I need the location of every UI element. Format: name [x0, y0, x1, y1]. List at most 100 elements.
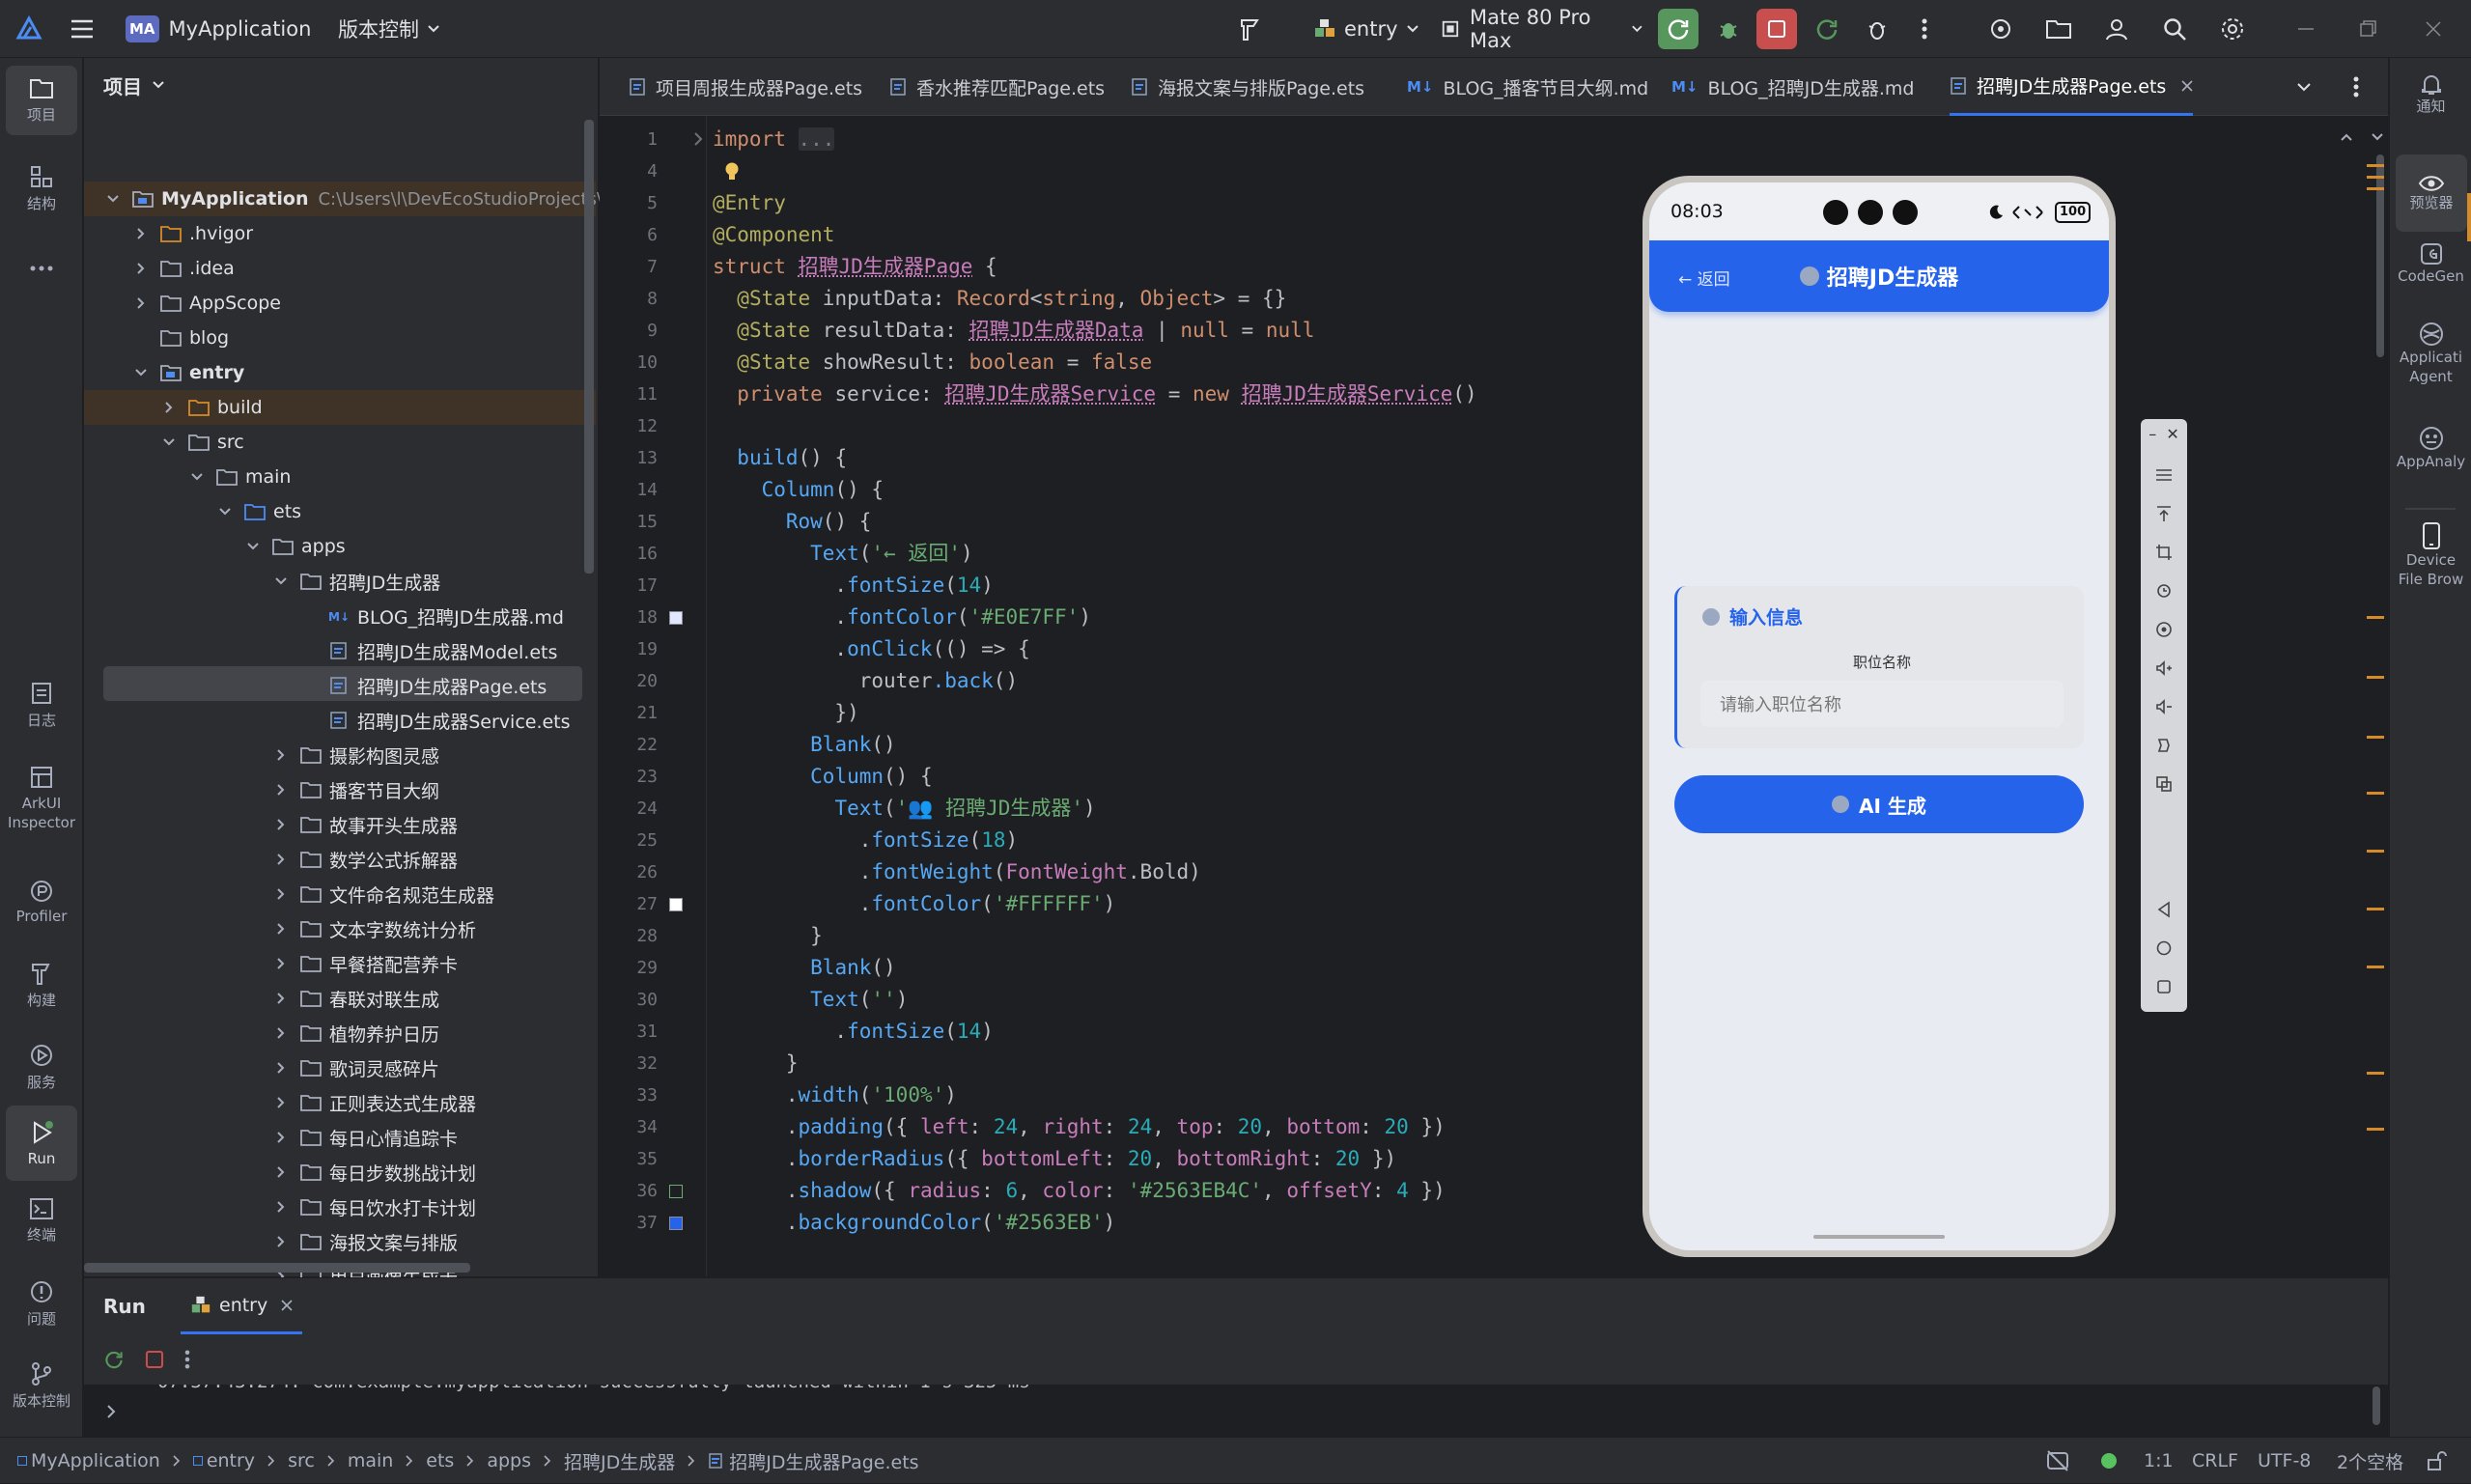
lightbulb-icon[interactable] — [723, 161, 741, 182]
tool-codegenie[interactable]: CodeGen — [2390, 241, 2471, 309]
tree-item[interactable]: 文本字数统计分析 — [84, 911, 596, 946]
tree-item[interactable]: 文件命名规范生成器 — [84, 877, 596, 911]
line-separator[interactable]: CRLF — [2192, 1438, 2238, 1484]
editor-tab[interactable]: M↓ BLOG_招聘JD生成器.md — [1671, 58, 1914, 116]
rerun-icon[interactable] — [103, 1349, 125, 1370]
tree-item[interactable]: 歌词灵感碎片 — [84, 1050, 596, 1085]
breadcrumb-item[interactable]: ets — [426, 1450, 454, 1471]
tree-item[interactable]: src — [84, 425, 596, 460]
status-ok-dot[interactable] — [2101, 1438, 2117, 1484]
stop-button[interactable] — [1755, 0, 1798, 58]
multi-window-icon[interactable] — [2141, 767, 2187, 801]
tree-item[interactable]: AppScope — [84, 286, 596, 321]
code-line[interactable]: Text('← 返回') — [713, 538, 972, 570]
code-line[interactable]: .shadow({ radius: 6, color: '#2563EB4C',… — [713, 1175, 1446, 1207]
tree-item[interactable]: 招聘JD生成器Model.ets — [84, 633, 596, 668]
tool-profiler[interactable]: Profiler — [0, 879, 83, 946]
tree-item[interactable]: 招聘JD生成器Page.ets — [84, 668, 596, 703]
more-actions-icon[interactable] — [1910, 0, 1939, 58]
code-line[interactable]: @Component — [713, 219, 834, 251]
rerun-button[interactable] — [1657, 0, 1699, 58]
close-tab-icon[interactable] — [281, 1299, 293, 1311]
editor-vscrollbar[interactable] — [2376, 154, 2384, 357]
tree-item[interactable]: ets — [84, 494, 596, 529]
editor-tab[interactable]: M↓ BLOG_播客节目大纲.md — [1407, 58, 1648, 116]
apply-changes-icon[interactable] — [1808, 0, 1846, 58]
menu-icon[interactable] — [2141, 458, 2187, 492]
tool-vcs[interactable]: 版本控制 — [0, 1361, 83, 1429]
volume-up-icon[interactable] — [2141, 651, 2187, 686]
code-line[interactable]: @Entry — [713, 187, 786, 219]
tool-arkui-inspector[interactable]: ArkUI Inspector — [0, 765, 83, 861]
code-line[interactable]: @State inputData: Record<string, Object>… — [713, 283, 1286, 315]
tool-previewer[interactable]: 预览器 — [2396, 154, 2467, 232]
code-line[interactable]: .fontSize(14) — [713, 570, 993, 602]
power-save-icon[interactable] — [2045, 1438, 2070, 1484]
tool-log[interactable]: 日志 — [0, 681, 83, 748]
account-icon[interactable] — [2097, 0, 2136, 58]
tree-hscrollbar[interactable] — [84, 1263, 470, 1273]
run-config-selector[interactable]: entry — [1313, 0, 1419, 58]
tree-item[interactable]: .hvigor — [84, 216, 596, 251]
close-window-icon[interactable] — [2414, 0, 2453, 58]
code-line[interactable]: Blank() — [713, 729, 896, 761]
fold-chevron-icon[interactable] — [692, 131, 704, 147]
code-line[interactable]: .borderRadius({ bottomLeft: 20, bottomRi… — [713, 1143, 1396, 1175]
ai-generate-button[interactable]: AI 生成 — [1674, 775, 2084, 833]
nav-back-icon[interactable] — [2141, 892, 2187, 927]
close-tab-icon[interactable] — [2181, 79, 2193, 92]
code-line[interactable]: Row() { — [713, 506, 872, 538]
tree-item[interactable]: 招聘JD生成器Service.ets — [84, 703, 596, 738]
tree-item[interactable]: 春联对联生成 — [84, 981, 596, 1016]
breadcrumb-item[interactable]: 招聘JD生成器Page.ets — [729, 1448, 918, 1474]
code-line[interactable]: .fontColor('#E0E7FF') — [713, 602, 1091, 633]
tree-item[interactable]: main — [84, 460, 596, 494]
tree-item[interactable]: 故事开头生成器 — [84, 807, 596, 842]
fold-icon[interactable] — [2141, 728, 2187, 763]
volume-down-icon[interactable] — [2141, 689, 2187, 724]
code-line[interactable]: .fontSize(14) — [713, 1016, 993, 1048]
code-line[interactable]: build() { — [713, 442, 847, 474]
cursor-position[interactable]: 1:1 — [2144, 1438, 2174, 1484]
tree-scrollbar[interactable] — [584, 120, 594, 574]
breadcrumb-item[interactable]: src — [288, 1450, 315, 1471]
console-scrollbar[interactable] — [2373, 1386, 2380, 1425]
code-line[interactable]: router.back() — [713, 665, 1018, 697]
emulator-minimize-icon[interactable]: – ✕ — [2141, 423, 2187, 444]
tool-build[interactable]: 构建 — [0, 961, 83, 1028]
more-actions-icon[interactable] — [184, 1350, 190, 1369]
tree-item[interactable]: 植物养护日历 — [84, 1016, 596, 1050]
project-switcher[interactable]: MA MyApplication — [126, 0, 319, 58]
tool-device-file-browser[interactable]: Device File Brow — [2390, 521, 2471, 628]
tree-item[interactable]: 摄影构图灵感 — [84, 738, 596, 772]
editor-tab[interactable]: 项目周报生成器Page.ets — [629, 58, 862, 116]
breadcrumb-item[interactable]: apps — [487, 1450, 531, 1471]
indent-setting[interactable]: 2个空格 — [2337, 1438, 2403, 1484]
tree-item[interactable]: 早餐搭配营养卡 — [84, 946, 596, 981]
nav-home-icon[interactable] — [2141, 931, 2187, 966]
tool-run[interactable]: Run — [6, 1106, 77, 1181]
code-line[interactable]: } — [713, 920, 823, 952]
tree-item[interactable]: 招聘JD生成器 — [84, 564, 596, 599]
hammer-icon[interactable] — [1236, 0, 1275, 58]
screenshot-crop-icon[interactable] — [2141, 535, 2187, 570]
tool-app-agent[interactable]: Applicati Agent — [2390, 321, 2471, 407]
tool-project[interactable]: 项目 — [6, 66, 77, 135]
code-line[interactable]: Column() { — [713, 474, 884, 506]
code-line[interactable]: .onClick(() => { — [713, 633, 1029, 665]
rotate-icon[interactable] — [2141, 574, 2187, 608]
tree-item[interactable]: M↓ BLOG_招聘JD生成器.md — [84, 599, 596, 633]
tree-item[interactable]: 正则表达式生成器 — [84, 1085, 596, 1120]
file-encoding[interactable]: UTF-8 — [2258, 1438, 2311, 1484]
tree-root[interactable]: MyApplication C:\Users\l\DevEcoStudioPro… — [84, 182, 628, 216]
code-line[interactable]: .fontSize(18) — [713, 825, 1018, 856]
code-line[interactable]: Text('') — [713, 984, 908, 1016]
pin-top-icon[interactable] — [2141, 496, 2187, 531]
tree-item[interactable]: 播客节目大纲 — [84, 772, 596, 807]
tree-item[interactable]: 数学公式拆解器 — [84, 842, 596, 877]
code-line[interactable]: struct 招聘JD生成器Page { — [713, 251, 997, 283]
code-line[interactable]: Text('👥 招聘JD生成器') — [713, 793, 1095, 825]
tree-item[interactable]: 每日饮水打卡计划 — [84, 1190, 596, 1224]
chevron-right-icon[interactable] — [105, 1404, 117, 1419]
job-title-input[interactable]: 请输入职位名称 — [1700, 681, 2064, 727]
